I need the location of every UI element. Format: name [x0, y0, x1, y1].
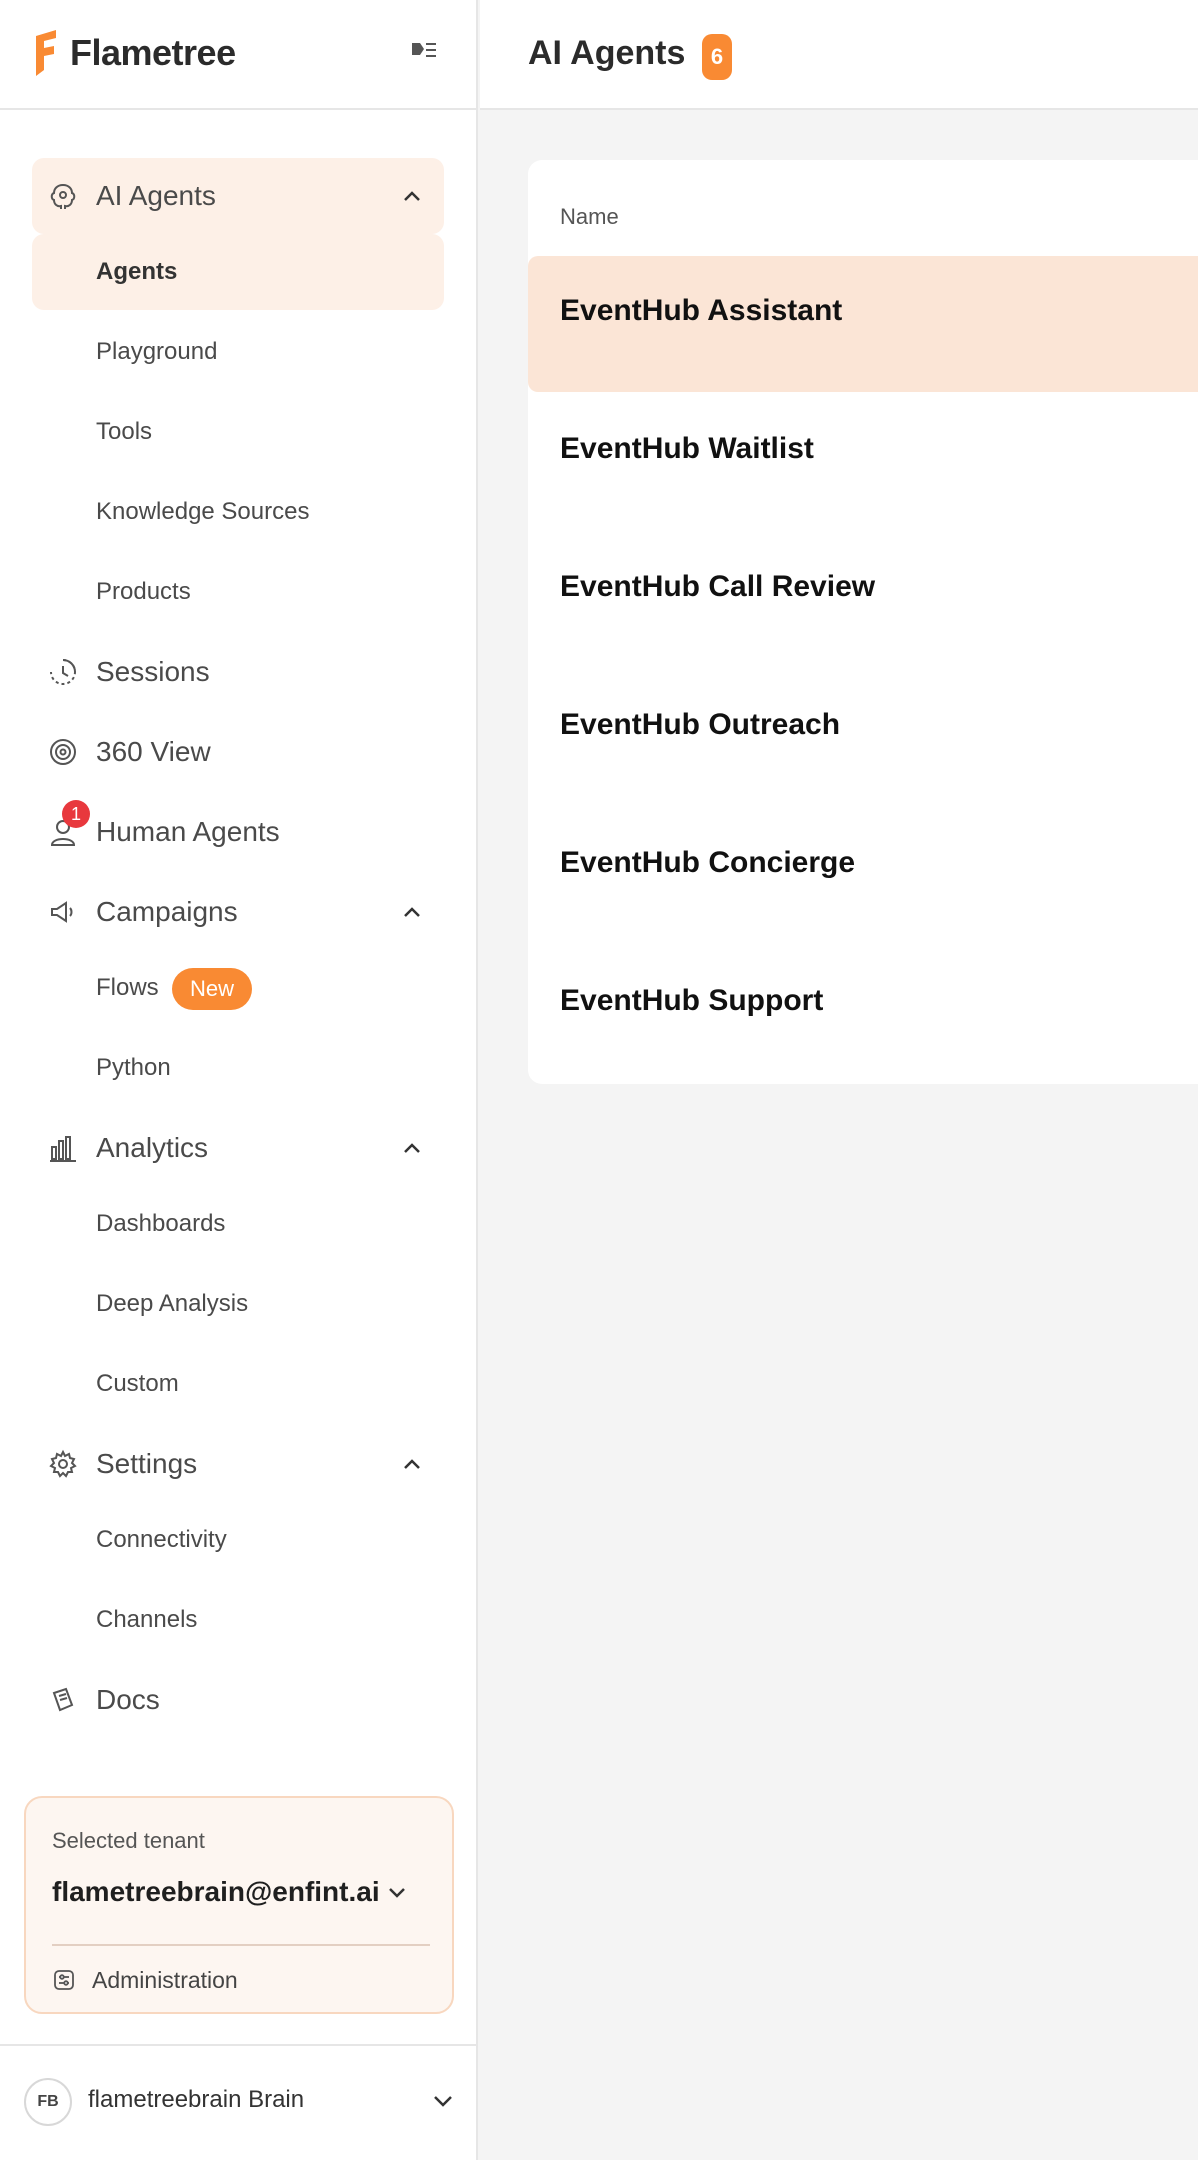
- sidebar-item-ai-agents[interactable]: AI Agents: [32, 158, 444, 234]
- agent-name: EventHub Waitlist: [560, 432, 814, 465]
- sidebar-subitem-python[interactable]: Python: [32, 1030, 444, 1106]
- main-header: AI Agents 6: [480, 0, 1198, 110]
- sidebar: Flametree AI Agents Agents Playground To…: [0, 0, 478, 2160]
- sidebar-item-360-view[interactable]: 360 View: [32, 714, 444, 790]
- history-clock-icon: [46, 655, 80, 689]
- page-title: AI Agents: [528, 34, 686, 72]
- gear-icon: [46, 1447, 80, 1481]
- sidebar-subitem-label: Connectivity: [96, 1526, 227, 1553]
- administration-link[interactable]: Administration: [52, 1960, 238, 2000]
- admin-sliders-icon: [52, 1968, 76, 1992]
- brand-name: Flametree: [70, 32, 236, 73]
- sidebar-subitem-products[interactable]: Products: [32, 554, 444, 630]
- agent-name: EventHub Assistant: [560, 294, 843, 327]
- bar-chart-icon: [46, 1131, 80, 1165]
- sidebar-subitem-agents[interactable]: Agents: [32, 234, 444, 310]
- collapse-sidebar-button[interactable]: [404, 30, 444, 70]
- sidebar-subitem-label: Flows: [96, 974, 159, 1001]
- collapse-menu-icon: [412, 43, 436, 57]
- spiral-icon: [46, 735, 80, 769]
- sidebar-subitem-label: Channels: [96, 1606, 198, 1633]
- brain-icon: [46, 179, 80, 213]
- agent-name: EventHub Call Review: [560, 570, 876, 603]
- sidebar-subitem-label: Tools: [96, 418, 153, 445]
- chevron-up-icon[interactable]: [398, 1134, 426, 1162]
- column-header-name[interactable]: Name: [560, 204, 619, 230]
- sidebar-item-label: Docs: [96, 1684, 160, 1715]
- sidebar-subitem-channels[interactable]: Channels: [32, 1582, 444, 1658]
- sidebar-item-label: Analytics: [96, 1132, 209, 1163]
- tenant-label: Selected tenant: [52, 1828, 205, 1853]
- table-row[interactable]: EventHub Concierge: [528, 808, 1198, 944]
- sidebar-header: Flametree: [0, 0, 476, 110]
- sidebar-subitem-connectivity[interactable]: Connectivity: [32, 1502, 444, 1578]
- sidebar-subitem-label: Deep Analysis: [96, 1290, 249, 1317]
- tenant-selector[interactable]: flametreebrain@enfint.ai: [52, 1876, 380, 1908]
- agents-table: Name EventHub Assistant EventHub Waitlis…: [528, 160, 1198, 1084]
- count-badge: 6: [702, 34, 732, 80]
- sidebar-item-label: Human Agents: [96, 816, 280, 847]
- sidebar-item-settings[interactable]: Settings: [32, 1426, 444, 1502]
- chevron-down-icon[interactable]: [428, 2086, 458, 2116]
- sidebar-subitem-label: Agents: [96, 258, 178, 285]
- sidebar-item-sessions[interactable]: Sessions: [32, 634, 444, 710]
- table-row[interactable]: EventHub Call Review: [528, 532, 1198, 668]
- table-row[interactable]: EventHub Outreach: [528, 670, 1198, 806]
- chevron-up-icon[interactable]: [398, 182, 426, 210]
- notification-badge: 1: [62, 800, 90, 828]
- divider: [52, 1944, 430, 1946]
- sidebar-subitem-dashboards[interactable]: Dashboards: [32, 1186, 444, 1262]
- megaphone-icon: [46, 895, 80, 929]
- chevron-down-icon[interactable]: [382, 1878, 412, 1908]
- sidebar-subitem-label: Python: [96, 1054, 171, 1081]
- tenant-card: Selected tenant flametreebrain@enfint.ai…: [24, 1796, 454, 2014]
- sidebar-item-analytics[interactable]: Analytics: [32, 1110, 444, 1186]
- administration-label: Administration: [92, 1966, 238, 1993]
- user-name: flametreebrain Brain: [88, 2086, 305, 2113]
- sidebar-subitem-deep-analysis[interactable]: Deep Analysis: [32, 1266, 444, 1342]
- sidebar-subitem-label: Playground: [96, 338, 218, 365]
- sidebar-item-human-agents[interactable]: 1 Human Agents: [32, 794, 444, 870]
- sidebar-item-campaigns[interactable]: Campaigns: [32, 874, 444, 950]
- agent-name: EventHub Support: [560, 984, 824, 1017]
- docs-icon: [46, 1683, 80, 1717]
- sidebar-subitem-label: Custom: [96, 1370, 179, 1397]
- new-badge: New: [172, 968, 253, 1010]
- sidebar-item-label: 360 View: [96, 736, 211, 767]
- sidebar-subitem-playground[interactable]: Playground: [32, 314, 444, 390]
- sidebar-subitem-knowledge-sources[interactable]: Knowledge Sources: [32, 474, 444, 550]
- sidebar-item-label: Settings: [96, 1448, 198, 1479]
- sidebar-subitem-custom[interactable]: Custom: [32, 1346, 444, 1422]
- chevron-up-icon[interactable]: [398, 898, 426, 926]
- user-menu[interactable]: FB flametreebrain Brain: [0, 2044, 476, 2160]
- sidebar-subitem-tools[interactable]: Tools: [32, 394, 444, 470]
- table-row[interactable]: EventHub Support: [528, 946, 1198, 1082]
- sidebar-item-label: Campaigns: [96, 896, 238, 927]
- flametree-logo-icon: [36, 30, 56, 76]
- sidebar-subitem-label: Products: [96, 578, 191, 605]
- table-row[interactable]: EventHub Assistant: [528, 256, 1198, 392]
- sidebar-item-label: AI Agents: [96, 180, 216, 211]
- sidebar-subitem-flows[interactable]: Flows New: [32, 950, 444, 1026]
- sidebar-subitem-label: Knowledge Sources: [96, 498, 310, 525]
- table-row[interactable]: EventHub Waitlist: [528, 394, 1198, 530]
- avatar: FB: [24, 2078, 72, 2126]
- agent-name: EventHub Concierge: [560, 846, 856, 879]
- logo[interactable]: Flametree: [32, 28, 236, 78]
- sidebar-item-label: Sessions: [96, 656, 210, 687]
- chevron-up-icon[interactable]: [398, 1450, 426, 1478]
- sidebar-subitem-label: Dashboards: [96, 1210, 226, 1237]
- agent-name: EventHub Outreach: [560, 708, 841, 741]
- sidebar-item-docs[interactable]: Docs: [32, 1662, 444, 1738]
